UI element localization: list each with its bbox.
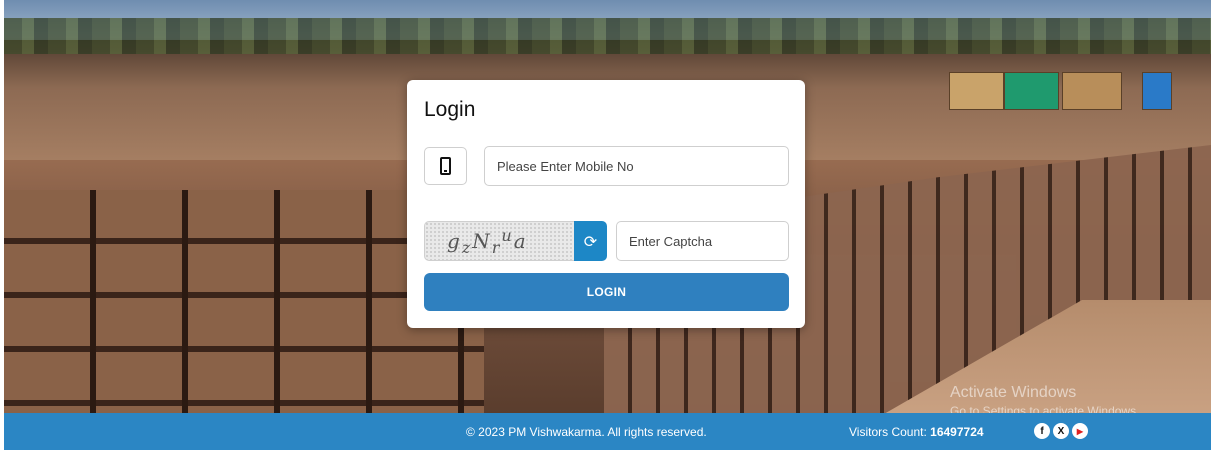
login-card: Login gzNrua ⟳ LOGIN bbox=[407, 80, 805, 328]
captcha-char: a bbox=[513, 229, 528, 253]
hut bbox=[1004, 72, 1059, 110]
captcha-input[interactable] bbox=[616, 221, 789, 261]
social-links: f X ▶ bbox=[1034, 423, 1088, 439]
login-title: Login bbox=[424, 98, 476, 121]
visitors-label: Visitors Count: bbox=[849, 425, 927, 439]
trees-background bbox=[4, 18, 1211, 54]
x-icon[interactable]: X bbox=[1053, 423, 1069, 439]
captcha-char: u bbox=[501, 225, 514, 245]
login-button[interactable]: LOGIN bbox=[424, 273, 789, 311]
visitors-count: Visitors Count: 16497724 bbox=[849, 425, 984, 439]
mobile-number-input[interactable] bbox=[484, 146, 789, 186]
captcha-char: r bbox=[491, 237, 502, 257]
watermark-title: Activate Windows bbox=[950, 384, 1077, 401]
mobile-phone-icon bbox=[440, 157, 451, 175]
captcha-char: g bbox=[447, 229, 462, 253]
visitors-value: 16497724 bbox=[930, 425, 984, 439]
captcha-char: N bbox=[472, 229, 492, 253]
captcha-image: gzNrua bbox=[424, 221, 574, 261]
refresh-captcha-button[interactable]: ⟳ bbox=[574, 221, 607, 261]
youtube-icon[interactable]: ▶ bbox=[1072, 423, 1088, 439]
copyright-text: © 2023 PM Vishwakarma. All rights reserv… bbox=[466, 425, 707, 439]
captcha-char: z bbox=[461, 237, 473, 257]
footer: © 2023 PM Vishwakarma. All rights reserv… bbox=[4, 413, 1211, 450]
refresh-icon: ⟳ bbox=[583, 231, 598, 251]
mobile-phone-icon-box bbox=[424, 147, 467, 185]
hut bbox=[1062, 72, 1122, 110]
hut bbox=[949, 72, 1004, 110]
hut bbox=[1142, 72, 1172, 110]
facebook-icon[interactable]: f bbox=[1034, 423, 1050, 439]
